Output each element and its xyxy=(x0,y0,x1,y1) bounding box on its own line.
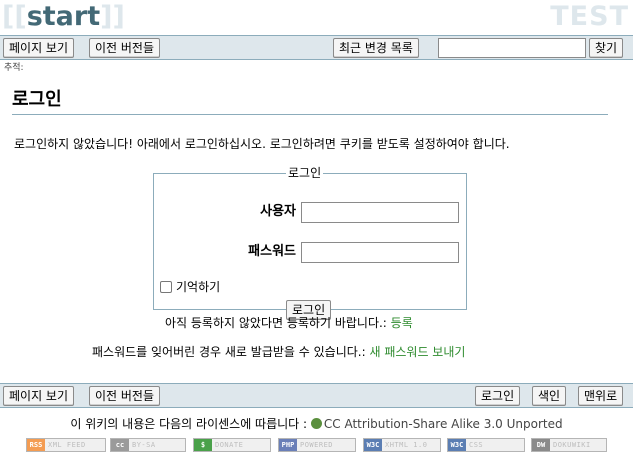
remember-me[interactable]: 기억하기 xyxy=(160,280,220,294)
php-powered-badge[interactable]: PHP POWERED xyxy=(278,438,356,452)
page-header: [[start]] TEST xyxy=(0,0,633,36)
rss-feed-badge[interactable]: RSS XML FEED xyxy=(26,438,106,452)
rss-icon: RSS xyxy=(27,439,45,451)
bracket-open: [[ xyxy=(2,1,27,32)
w3c-icon: W3C xyxy=(448,439,466,451)
old-revisions-button-bottom[interactable]: 이전 버전들 xyxy=(89,386,161,406)
remember-checkbox[interactable] xyxy=(160,281,172,293)
bracket-close: ]] xyxy=(100,1,125,32)
old-revisions-button[interactable]: 이전 버전들 xyxy=(89,38,161,58)
w3c-icon: W3C xyxy=(364,439,382,451)
password-reset-note: 패스워드를 잊어버린 경우 새로 발급받을 수 있습니다.: 새 패스워드 보내… xyxy=(92,344,465,360)
site-title-link[interactable]: [[start]] xyxy=(2,1,125,33)
login-button-bottom[interactable]: 로그인 xyxy=(475,386,521,406)
cc-license-icon xyxy=(310,418,322,429)
login-form-legend: 로그인 xyxy=(288,166,322,180)
xhtml-valid-badge[interactable]: W3C XHTML 1.0 xyxy=(363,438,441,452)
css-valid-badge[interactable]: W3C CSS xyxy=(447,438,525,452)
show-page-button-bottom[interactable]: 페이지 보기 xyxy=(3,386,75,406)
license-link[interactable]: CC Attribution-Share Alike 3.0 Unported xyxy=(324,417,563,431)
search-input[interactable] xyxy=(438,38,586,58)
cc-by-sa-badge[interactable]: cc BY-SA xyxy=(110,438,186,452)
bottom-toolbar: 페이지 보기 이전 버전들 로그인 색인 맨위로 xyxy=(0,383,633,408)
register-note: 아직 등록하지 않았다면 등록하기 바랍니다.: 등록 xyxy=(165,315,413,331)
login-form: 로그인 사용자 패스워드 기억하기 로그인 xyxy=(153,166,467,320)
license-text: 이 위키의 내용은 다음의 라이센스에 따릅니다 : xyxy=(70,417,308,431)
cc-icon: cc xyxy=(111,439,129,451)
dokuwiki-icon: DW xyxy=(532,439,550,451)
license-notice: 이 위키의 내용은 다음의 라이센스에 따릅니다 : CC Attributio… xyxy=(0,416,633,432)
dokuwiki-badge[interactable]: DW DOKUWIKI xyxy=(531,438,607,452)
index-button[interactable]: 색인 xyxy=(532,386,567,406)
breadcrumb: 추적: xyxy=(4,63,24,73)
donate-badge[interactable]: $ DONATE xyxy=(193,438,271,452)
password-label: 패스워드 xyxy=(248,244,296,259)
wiki-name: TEST xyxy=(550,1,629,32)
recent-changes-button[interactable]: 최근 변경 목록 xyxy=(333,38,419,58)
php-icon: PHP xyxy=(279,439,297,451)
username-label: 사용자 xyxy=(260,204,296,219)
dollar-icon: $ xyxy=(194,439,212,451)
register-note-text: 아직 등록하지 않았다면 등록하기 바랍니다.: xyxy=(165,316,387,330)
send-new-password-link[interactable]: 새 패스워드 보내기 xyxy=(369,345,465,359)
page-title: 로그인 xyxy=(12,88,608,115)
password-field[interactable] xyxy=(301,242,459,263)
remember-label: 기억하기 xyxy=(176,280,221,294)
top-toolbar: 페이지 보기 이전 버전들 최근 변경 목록 찾기 xyxy=(0,35,633,60)
back-to-top-button[interactable]: 맨위로 xyxy=(578,386,624,406)
search-button[interactable]: 찾기 xyxy=(589,38,624,58)
show-page-button[interactable]: 페이지 보기 xyxy=(3,38,75,58)
site-title: start xyxy=(26,1,101,32)
login-intro-text: 로그인하지 않았습니다! 아래에서 로그인하십시오. 로그인하려면 쿠키를 받도… xyxy=(14,137,510,151)
password-reset-text: 패스워드를 잊어버린 경우 새로 발급받을 수 있습니다.: xyxy=(92,345,366,359)
footer-badges: RSS XML FEED cc BY-SA $ DONATE PHP POWERED W… xyxy=(0,438,633,452)
register-link[interactable]: 등록 xyxy=(391,316,413,330)
username-field[interactable] xyxy=(301,202,459,223)
